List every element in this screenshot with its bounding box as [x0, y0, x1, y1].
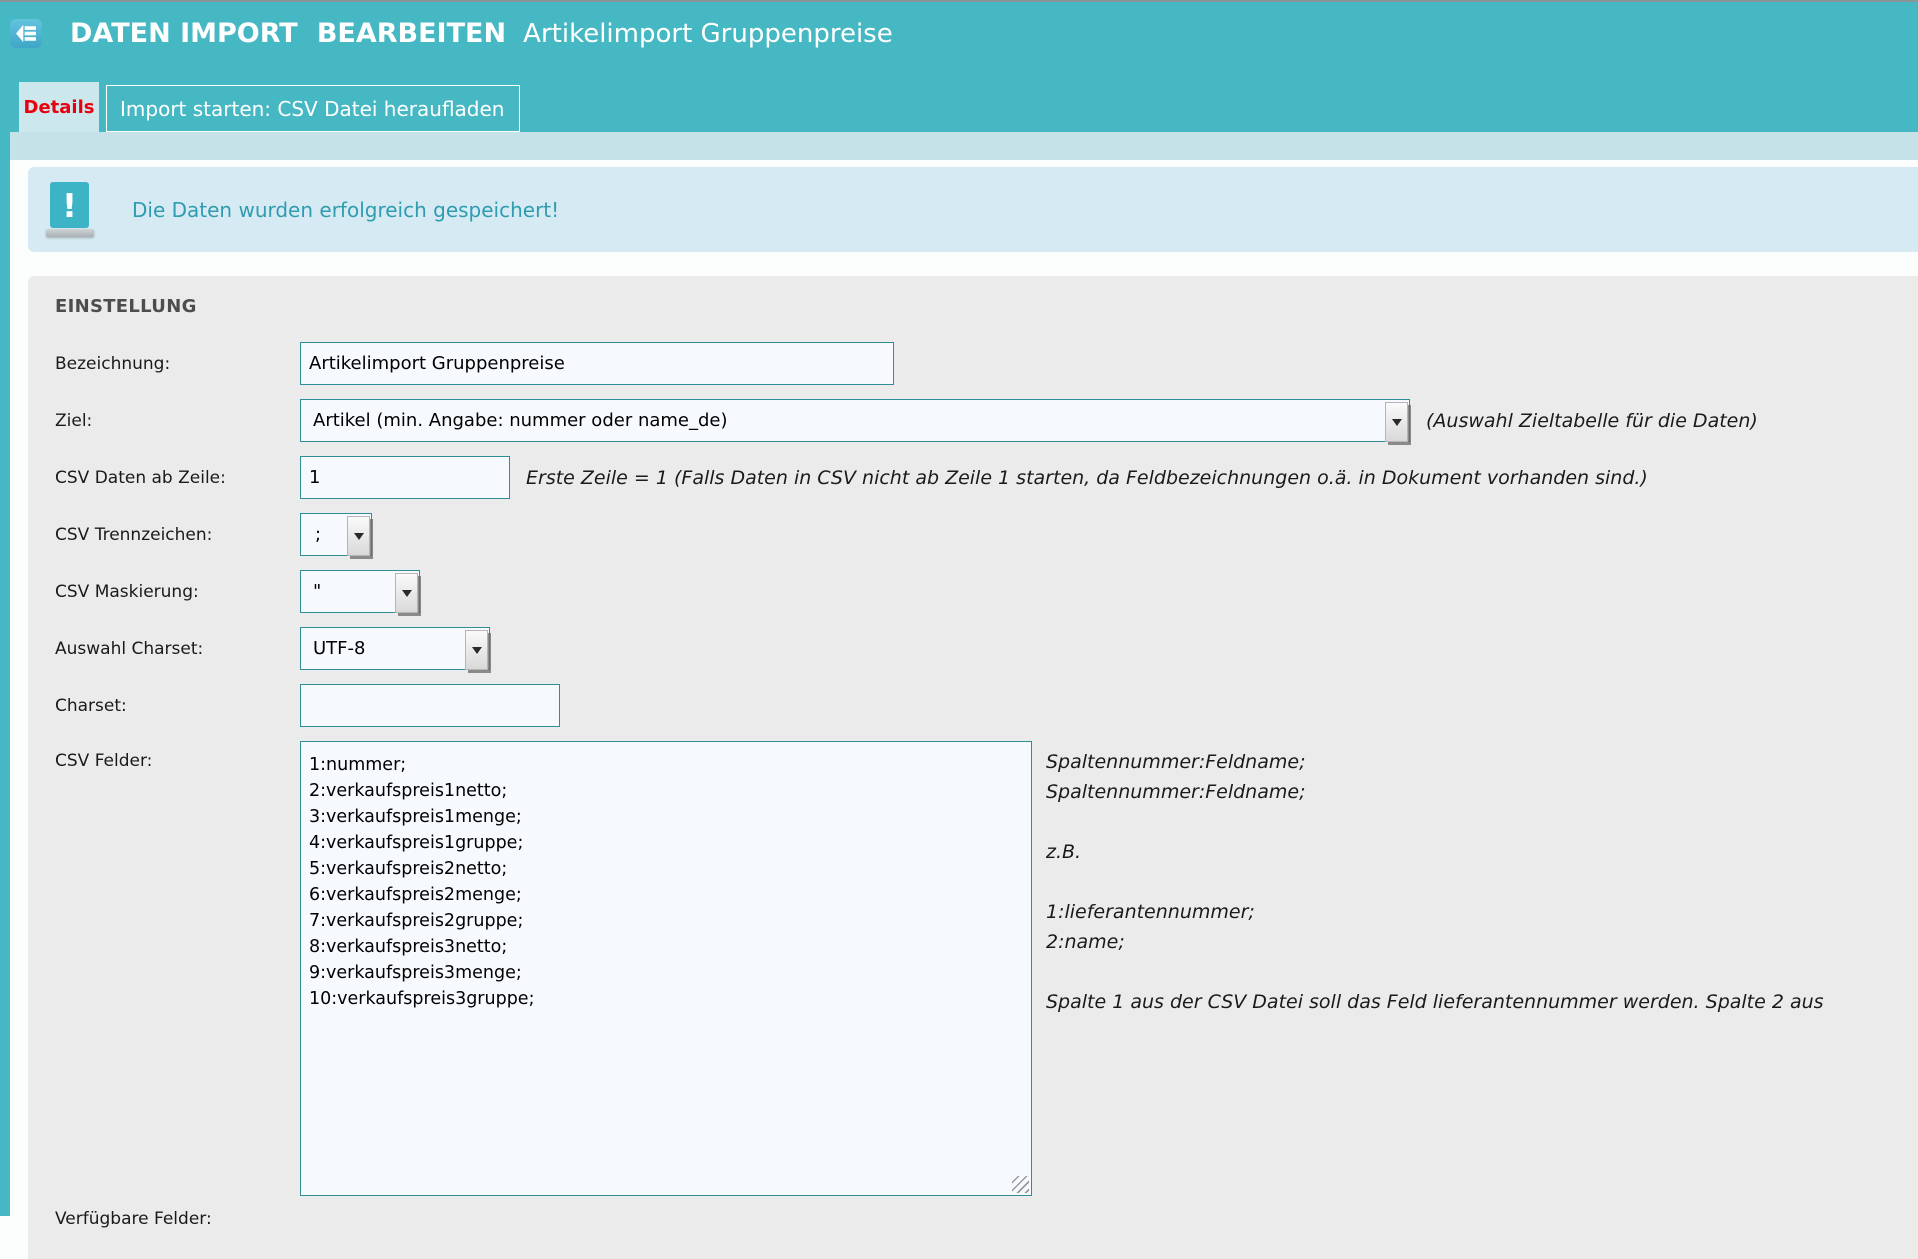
help-explanation: Spalte 1 aus der CSV Datei soll das Feld…	[1046, 987, 1824, 1017]
chevron-down-icon	[1385, 402, 1408, 442]
tab-import-starten[interactable]: Import starten: CSV Datei heraufladen	[106, 85, 520, 132]
csv-ab-zeile-input[interactable]	[300, 456, 510, 499]
bezeichnung-label: Bezeichnung:	[55, 354, 300, 374]
tab-details[interactable]: Details	[19, 82, 99, 132]
row-csv-trennzeichen: CSV Trennzeichen: ;	[55, 513, 1918, 556]
page-title-main: DATEN IMPORT	[70, 18, 298, 49]
charset-label: Charset:	[55, 696, 300, 716]
chevron-down-icon	[465, 630, 488, 670]
ziel-note: (Auswahl Zieltabelle für die Daten)	[1426, 410, 1758, 432]
help-line: 1:lieferantennummer;	[1046, 897, 1824, 927]
left-accent-bar	[0, 132, 10, 1216]
row-auswahl-charset: Auswahl Charset: UTF-8	[55, 627, 1918, 670]
chevron-down-icon	[395, 573, 418, 613]
csv-maskierung-label: CSV Maskierung:	[55, 582, 300, 602]
settings-section-title: EINSTELLUNG	[55, 296, 1918, 317]
help-line: 2:name;	[1046, 927, 1824, 957]
page-title-mode: BEARBEITEN	[317, 18, 506, 49]
row-charset: Charset:	[55, 684, 1918, 727]
help-spacer	[1046, 807, 1824, 837]
row-csv-felder: CSV Felder: 1:nummer; 2:verkaufspreis1ne…	[55, 741, 1918, 1196]
back-to-list-icon	[15, 24, 37, 43]
row-ziel: Ziel: Artikel (min. Angabe: nummer oder …	[55, 399, 1918, 442]
tab-details-label: Details	[24, 97, 95, 118]
tab-bar: Details Import starten: CSV Datei herauf…	[19, 82, 520, 132]
csv-felder-textarea[interactable]: 1:nummer; 2:verkaufspreis1netto; 3:verka…	[300, 741, 1032, 1196]
bezeichnung-input[interactable]	[300, 342, 894, 385]
csv-trennzeichen-select[interactable]: ;	[300, 513, 372, 556]
csv-felder-help: Spaltennummer:Feldname; Spaltennummer:Fe…	[1046, 741, 1824, 1017]
row-csv-ab-zeile: CSV Daten ab Zeile: Erste Zeile = 1 (Fal…	[55, 456, 1918, 499]
verfuegbare-felder-label: Verfügbare Felder:	[55, 1209, 1918, 1229]
help-line: z.B.	[1046, 837, 1824, 867]
resize-handle-icon[interactable]	[1012, 1176, 1029, 1193]
help-line: Spaltennummer:Feldname;	[1046, 777, 1824, 807]
charset-input[interactable]	[300, 684, 560, 727]
help-spacer	[1046, 957, 1824, 987]
csv-trennzeichen-selected-value: ;	[315, 524, 321, 545]
csv-ab-zeile-label: CSV Daten ab Zeile:	[55, 468, 300, 488]
csv-maskierung-select[interactable]: "	[300, 570, 420, 613]
auswahl-charset-select[interactable]: UTF-8	[300, 627, 490, 670]
csv-trennzeichen-label: CSV Trennzeichen:	[55, 525, 300, 545]
settings-section: EINSTELLUNG Bezeichnung: Ziel: Artikel (…	[28, 276, 1918, 1259]
subheader-strip	[10, 132, 1918, 160]
help-line: Spaltennummer:Feldname;	[1046, 747, 1824, 777]
main-content: ! Die Daten wurden erfolgreich gespeiche…	[10, 160, 1918, 1259]
auswahl-charset-label: Auswahl Charset:	[55, 639, 300, 659]
help-spacer	[1046, 867, 1824, 897]
tab-import-starten-label: Import starten: CSV Datei heraufladen	[120, 97, 504, 121]
row-csv-maskierung: CSV Maskierung: "	[55, 570, 1918, 613]
csv-ab-zeile-note: Erste Zeile = 1 (Falls Daten in CSV nich…	[526, 467, 1648, 489]
page-title-item: Artikelimport Gruppenpreise	[523, 19, 893, 49]
auswahl-charset-selected-value: UTF-8	[313, 638, 365, 659]
back-button[interactable]	[10, 19, 42, 48]
alert-exclamation-icon: !	[46, 182, 94, 237]
ziel-label: Ziel:	[55, 411, 300, 431]
ziel-selected-value: Artikel (min. Angabe: nummer oder name_d…	[313, 410, 728, 431]
page-header: DATEN IMPORT BEARBEITEN Artikelimport Gr…	[0, 2, 1918, 132]
chevron-down-icon	[347, 516, 370, 556]
success-message-text: Die Daten wurden erfolgreich gespeichert…	[132, 198, 559, 222]
row-bezeichnung: Bezeichnung:	[55, 342, 1918, 385]
page-title: DATEN IMPORT BEARBEITEN Artikelimport Gr…	[70, 18, 893, 49]
csv-felder-label: CSV Felder:	[55, 741, 300, 771]
csv-maskierung-selected-value: "	[313, 581, 321, 602]
success-message-box: ! Die Daten wurden erfolgreich gespeiche…	[28, 167, 1918, 252]
ziel-select[interactable]: Artikel (min. Angabe: nummer oder name_d…	[300, 399, 1410, 442]
